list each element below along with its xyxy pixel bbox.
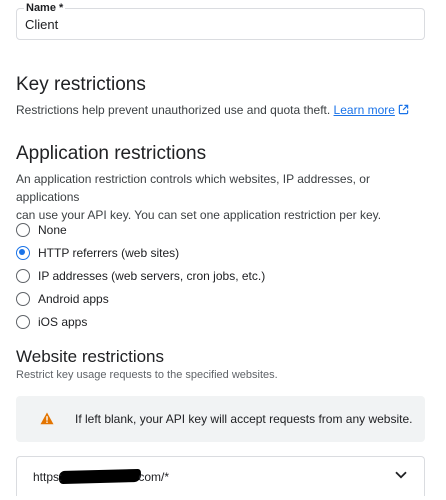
radio-option-none[interactable]: None (16, 221, 67, 239)
website-restrictions-heading: Website restrictions (16, 347, 165, 366)
radio-label[interactable]: IP addresses (web servers, cron jobs, et… (38, 268, 265, 284)
blank-warning-notice: If left blank, your API key will accept … (16, 396, 425, 442)
key-restrictions-text: Restrictions help prevent unauthorized u… (16, 103, 331, 117)
radio-button[interactable] (16, 269, 30, 283)
website-restriction-item[interactable]: https: com/* (16, 456, 425, 496)
application-restrictions-line-1: An application restriction controls whic… (16, 172, 370, 204)
name-field-label: Name * (24, 2, 66, 14)
application-restrictions-heading: Application restrictions (16, 143, 207, 164)
radio-button[interactable] (16, 315, 30, 329)
redaction-mark (59, 468, 142, 485)
learn-more-link[interactable]: Learn more (334, 103, 409, 117)
key-restrictions-heading: Key restrictions (16, 74, 146, 95)
website-url[interactable]: https: com/* (33, 468, 170, 485)
radio-option-android-apps[interactable]: Android apps (16, 290, 109, 308)
radio-option-ios-apps[interactable]: iOS apps (16, 313, 87, 331)
website-restrictions-subtitle: Restrict key usage requests to the speci… (16, 369, 278, 381)
radio-label[interactable]: HTTP referrers (web sites) (38, 245, 179, 261)
key-restrictions-description: Restrictions help prevent unauthorized u… (16, 101, 431, 119)
name-field[interactable]: Name * Client (16, 2, 425, 40)
radio-label[interactable]: Android apps (38, 291, 109, 307)
notice-text: If left blank, your API key will accept … (75, 412, 413, 426)
application-restrictions-description: An application restriction controls whic… (16, 170, 431, 224)
warning-icon (40, 412, 54, 425)
learn-more-label[interactable]: Learn more (334, 103, 395, 117)
radio-button-selected[interactable] (16, 246, 30, 260)
radio-label[interactable]: iOS apps (38, 314, 87, 330)
radio-option-http-referrers[interactable]: HTTP referrers (web sites) (16, 244, 179, 262)
radio-option-ip-addresses[interactable]: IP addresses (web servers, cron jobs, et… (16, 267, 265, 285)
name-field-value[interactable]: Client (25, 17, 58, 33)
external-link-icon[interactable] (398, 104, 409, 115)
application-restrictions-line-2: can use your API key. You can set one ap… (16, 208, 382, 222)
radio-button[interactable] (16, 292, 30, 306)
url-prefix: https: (33, 470, 63, 484)
url-suffix: com/* (138, 470, 170, 484)
chevron-down-icon[interactable] (395, 471, 407, 479)
radio-button[interactable] (16, 223, 30, 237)
api-key-edit-page: Name * Client Key restrictions Restricti… (0, 0, 446, 500)
radio-label[interactable]: None (38, 222, 67, 238)
